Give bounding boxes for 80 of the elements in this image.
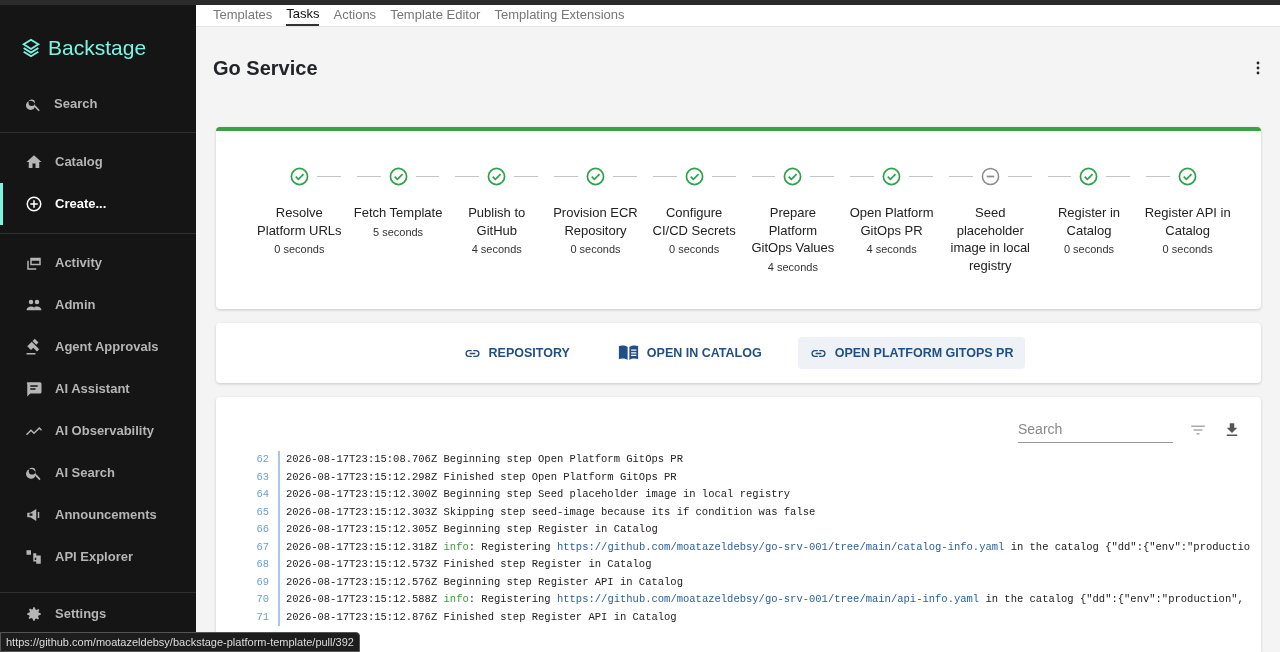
sidebar-item[interactable]: Announcements	[0, 494, 196, 536]
step-title: Fetch Template	[353, 204, 443, 222]
log-line: 2026-08-17T23:15:12.876Z Finished step Register API in Catalog	[285, 609, 677, 625]
log-line: 2026-08-17T23:15:12.576Z Beginning step Register API in Catalog	[285, 574, 683, 590]
check-circle-icon	[585, 167, 605, 186]
check-circle-icon	[388, 167, 408, 186]
sidebar-item[interactable]: Activity	[0, 242, 196, 284]
log-line: 2026-08-17T23:15:12.573Z Finished step Register in Catalog	[285, 557, 652, 572]
step-title: Configure CI/CD Secrets	[651, 204, 737, 239]
book-icon	[617, 344, 639, 362]
link-button[interactable]: OPEN PLATFORM GITOPS PR	[797, 336, 1026, 370]
home-icon	[25, 153, 43, 171]
sidebar-item[interactable]: Admin	[0, 284, 196, 326]
step-title: Open Platform GitOps PR	[848, 204, 935, 239]
check-circle-icon	[684, 167, 704, 186]
minus-circle-icon	[980, 167, 1000, 186]
tab[interactable]: Templates	[213, 4, 273, 26]
step-duration: 0 seconds	[570, 242, 621, 257]
tab[interactable]: Actions	[333, 4, 377, 26]
sidebar-item[interactable]: AI Search	[0, 452, 196, 494]
step-title: Provision ECR Repository	[552, 204, 639, 239]
hierarchy-icon	[25, 548, 43, 566]
step-duration: 4 seconds	[767, 259, 818, 275]
line-number: 69	[236, 573, 280, 591]
link-button[interactable]: OPEN IN CATALOG	[605, 336, 774, 370]
step-title: Seed placeholder image in local registry	[949, 204, 1031, 274]
sidebar-item[interactable]: AI Assistant	[0, 368, 196, 410]
tab[interactable]: Templating Extensions	[494, 4, 625, 26]
log-line: 2026-08-17T23:15:12.588Z info: Registering https://github.com/moatazeldebsy/go-srv-001/tree/main/api-info.yaml in the catalog {"dd":{"env":"production",	[285, 592, 1244, 607]
log-line: 2026-08-17T23:15:12.318Z info: Registering https://github.com/moatazeldebsy/go-srv-001/tree/main/catalog-info.yaml in the catalog {"dd":{"env":"productio	[285, 539, 1251, 555]
step-title: Resolve Platform URLs	[256, 204, 343, 239]
gear-icon	[25, 605, 43, 623]
step-duration: 0 seconds	[274, 242, 325, 257]
log-link[interactable]: https://github.com/moatazeldebsy/go-srv-001/tree/main/api-info.yaml	[556, 593, 980, 605]
check-circle-icon	[882, 167, 902, 186]
sidebar-item[interactable]: API Explorer	[0, 536, 196, 578]
line-number: 62	[236, 451, 280, 469]
line-number: 67	[236, 538, 280, 556]
step-duration: 5 seconds	[372, 224, 424, 240]
sidebar-item[interactable]: AI Observability	[0, 410, 196, 452]
logo-text: Backstage	[48, 34, 147, 61]
step-duration: 4 seconds	[866, 242, 917, 257]
line-number: 66	[236, 521, 280, 539]
step-duration: 0 seconds	[1162, 242, 1213, 257]
line-number: 63	[236, 468, 280, 486]
line-number: 68	[236, 556, 280, 574]
log-line: 2026-08-17T23:15:12.305Z Beginning step Register in Catalog	[285, 522, 658, 537]
log-line: 2026-08-17T23:15:12.300Z Beginning step Seed placeholder image in local registry	[285, 487, 791, 502]
step-title: Register API in Catalog	[1143, 204, 1232, 239]
check-circle-icon	[1079, 167, 1099, 186]
log-line: 2026-08-17T23:15:08.706Z Beginning step Open Platform GitOps PR	[285, 452, 683, 467]
tab[interactable]: Tasks	[286, 4, 320, 26]
log-line: 2026-08-17T23:15:12.298Z Finished step Open Platform GitOps PR	[285, 469, 677, 485]
sidebar-item[interactable]: Catalog	[0, 141, 196, 183]
page-title: Go Service	[213, 56, 318, 80]
check-circle-icon	[783, 167, 803, 186]
chat-icon	[25, 380, 43, 398]
check-circle-icon	[289, 167, 309, 186]
step-duration: 4 seconds	[471, 242, 522, 257]
check-circle-icon	[1178, 167, 1198, 186]
step-title: Prepare Platform GitOps Values	[750, 204, 836, 257]
line-number: 71	[236, 608, 280, 626]
status-bar-url: https://github.com/moatazeldebsy/backstage-platform-template/pull/392	[0, 631, 360, 652]
link-button[interactable]: REPOSITORY	[451, 336, 582, 370]
sidebar-item[interactable]: Agent Approvals	[0, 326, 196, 368]
search-link[interactable]: Search	[0, 90, 196, 118]
step-title: Publish to GitHub	[467, 204, 527, 239]
line-number: 64	[236, 486, 280, 504]
step-duration: 0 seconds	[1063, 242, 1115, 257]
log-line: 2026-08-17T23:15:12.303Z Skipping step seed-image because its if condition was false	[285, 504, 816, 520]
step-duration: 0 seconds	[669, 242, 720, 257]
line-number: 65	[236, 503, 280, 521]
log-link[interactable]: https://github.com/moatazeldebsy/go-srv-001/tree/main/catalog-info.yaml	[556, 540, 1005, 553]
check-circle-icon	[487, 167, 507, 186]
search-field[interactable]: Search	[1018, 417, 1173, 443]
more-menu-icon[interactable]	[1256, 61, 1260, 75]
line-number: 70	[236, 591, 280, 609]
tab[interactable]: Template Editor	[390, 4, 481, 26]
plus-circle-icon	[25, 195, 43, 213]
step-title: Register in Catalog	[1056, 204, 1122, 239]
